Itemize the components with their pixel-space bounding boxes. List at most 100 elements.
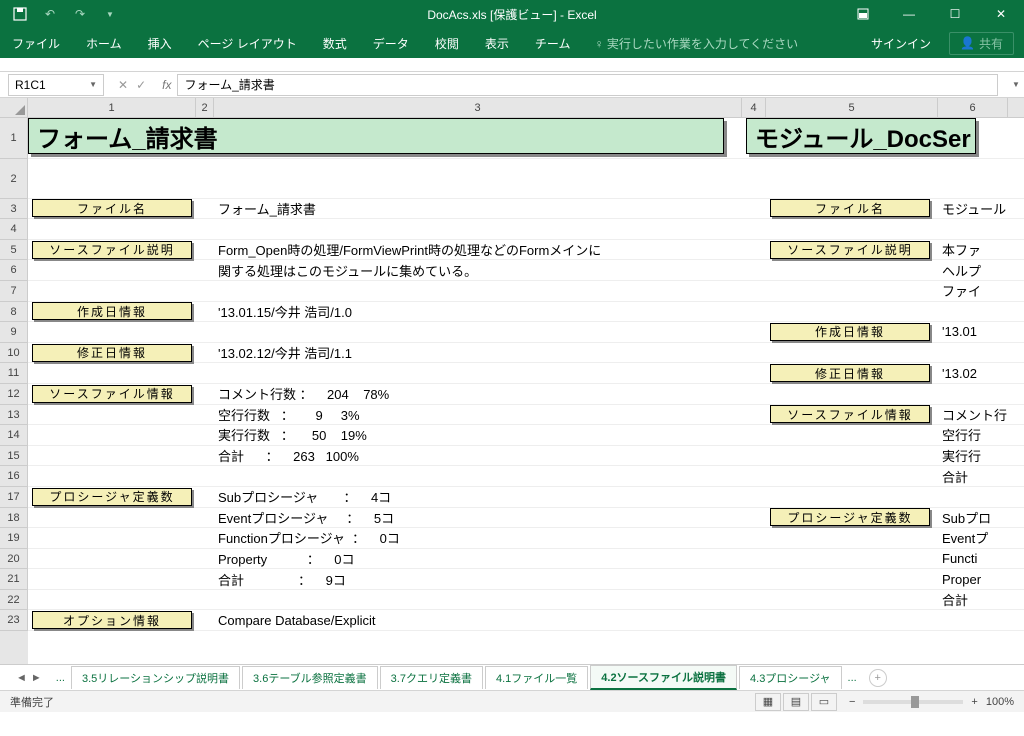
tab-layout[interactable]: ページ レイアウト [196, 31, 299, 56]
sheet-tab[interactable]: 3.7クエリ定義書 [380, 666, 483, 689]
row-header[interactable]: 16 [0, 466, 28, 487]
ribbon-options-icon[interactable] [840, 0, 886, 28]
row-header[interactable]: 18 [0, 508, 28, 529]
tell-me[interactable]: ♀ 実行したい作業を入力してください [594, 35, 798, 52]
cancel-icon[interactable]: ✕ [118, 78, 128, 92]
label-info-r: ソースファイル情報 [770, 405, 930, 423]
label-create: 作成日情報 [32, 302, 192, 320]
col-header[interactable]: 5 [766, 98, 938, 117]
row-header[interactable]: 5 [0, 240, 28, 261]
row-header[interactable]: 10 [0, 343, 28, 364]
row-header[interactable]: 20 [0, 549, 28, 570]
col-header[interactable]: 2 [196, 98, 214, 117]
chevron-down-icon[interactable]: ▼ [89, 80, 97, 89]
label-proc-r: プロシージャ定義数 [770, 508, 930, 526]
close-icon[interactable]: ✕ [978, 0, 1024, 28]
share-button[interactable]: 👤 共有 [949, 32, 1014, 55]
sheet-tab[interactable]: 3.6テーブル参照定義書 [242, 666, 378, 689]
row-header[interactable]: 21 [0, 569, 28, 590]
row-header[interactable]: 14 [0, 425, 28, 446]
cell: Property ： 0コ [214, 549, 742, 569]
maximize-icon[interactable]: ☐ [932, 0, 978, 28]
row-header[interactable]: 23 [0, 610, 28, 631]
fx-icon[interactable]: fx [156, 78, 177, 92]
save-icon[interactable] [6, 2, 34, 26]
qat-dropdown-icon[interactable]: ▼ [96, 2, 124, 26]
signin-link[interactable]: サインイン [871, 35, 931, 52]
cell: '13.02.12/今井 浩司/1.1 [214, 343, 742, 363]
zoom-slider[interactable] [863, 700, 963, 704]
tab-home[interactable]: ホーム [84, 31, 124, 56]
row-header[interactable]: 9 [0, 322, 28, 343]
tab-overflow[interactable]: ... [844, 669, 861, 687]
cell: 合計 ： 9コ [214, 569, 742, 589]
cells[interactable]: フォーム_請求書モジュール_DocSer ファイル名フォーム_請求書ファイル名モ… [28, 118, 1024, 664]
cell: Eventプ [938, 528, 1008, 548]
label-src: ソースファイル説明 [32, 241, 192, 259]
view-normal-icon[interactable]: ▦ [755, 693, 781, 711]
col-header[interactable]: 4 [742, 98, 766, 117]
titlebar: ↶ ↷ ▼ DocAcs.xls [保護ビュー] - Excel — ☐ ✕ [0, 0, 1024, 28]
cell: フォーム_請求書 [214, 199, 742, 219]
tab-formulas[interactable]: 数式 [321, 31, 349, 56]
zoom-value[interactable]: 100% [986, 696, 1014, 708]
cell: '13.02 [938, 363, 1008, 383]
tab-file[interactable]: ファイル [10, 31, 62, 56]
row-header[interactable]: 17 [0, 487, 28, 508]
row-header[interactable]: 19 [0, 528, 28, 549]
row-header[interactable]: 12 [0, 384, 28, 405]
formula-input[interactable]: フォーム_請求書 [177, 74, 998, 96]
window-controls: — ☐ ✕ [840, 0, 1024, 28]
tab-next-icon[interactable]: ► [31, 672, 42, 684]
sheet-tab[interactable]: 3.5リレーションシップ説明書 [71, 666, 240, 689]
ribbon-tabs: ファイル ホーム 挿入 ページ レイアウト 数式 データ 校閲 表示 チーム ♀… [0, 28, 1024, 58]
share-label: 共有 [979, 35, 1003, 52]
row-header[interactable]: 1 [0, 118, 28, 159]
label-proc: プロシージャ定義数 [32, 488, 192, 506]
col-header[interactable]: 1 [28, 98, 196, 117]
label-src-r: ソースファイル説明 [770, 241, 930, 259]
view-break-icon[interactable]: ▭ [811, 693, 837, 711]
row-header[interactable]: 4 [0, 219, 28, 240]
row-header[interactable]: 6 [0, 260, 28, 281]
redo-icon[interactable]: ↷ [66, 2, 94, 26]
tab-data[interactable]: データ [371, 31, 411, 56]
share-icon: 👤 [960, 36, 975, 50]
row-header[interactable]: 22 [0, 590, 28, 611]
row-header[interactable]: 2 [0, 159, 28, 199]
name-box[interactable]: R1C1▼ [8, 74, 104, 96]
tell-me-text: 実行したい作業を入力してください [607, 37, 798, 51]
formula-expand-icon[interactable]: ▼ [1008, 80, 1024, 89]
tab-view[interactable]: 表示 [483, 31, 511, 56]
enter-icon[interactable]: ✓ [136, 78, 146, 92]
row-header[interactable]: 7 [0, 281, 28, 302]
col-header[interactable]: 3 [214, 98, 742, 117]
tab-review[interactable]: 校閲 [433, 31, 461, 56]
add-sheet-button[interactable]: + [869, 669, 887, 687]
undo-icon[interactable]: ↶ [36, 2, 64, 26]
cell: Compare Database/Explicit [214, 610, 742, 630]
row-header[interactable]: 11 [0, 363, 28, 384]
zoom-out-icon[interactable]: − [849, 696, 855, 708]
grid[interactable]: 1 2 3 4 5 6 7 8 9 10 11 12 13 14 15 16 1… [0, 118, 1024, 664]
sheet-tab[interactable]: 4.1ファイル一覧 [485, 666, 588, 689]
cell: 実行行 [938, 446, 1008, 466]
zoom-in-icon[interactable]: + [971, 696, 977, 708]
row-header[interactable]: 8 [0, 302, 28, 323]
tab-prev-icon[interactable]: ◄ [16, 672, 27, 684]
row-header[interactable]: 13 [0, 405, 28, 426]
row-header[interactable]: 15 [0, 446, 28, 467]
tab-overflow[interactable]: ... [52, 669, 69, 687]
tab-team[interactable]: チーム [533, 31, 573, 56]
select-all-corner[interactable] [0, 98, 28, 117]
cell: Form_Open時の処理/FormViewPrint時の処理などのFormメイ… [214, 240, 742, 260]
sheet-tab-active[interactable]: 4.2ソースファイル説明書 [590, 665, 737, 690]
view-layout-icon[interactable]: ▤ [783, 693, 809, 711]
minimize-icon[interactable]: — [886, 0, 932, 28]
cell: ヘルプ [938, 260, 1008, 280]
row-header[interactable]: 3 [0, 199, 28, 220]
cell: モジュール [938, 199, 1008, 219]
col-header[interactable]: 6 [938, 98, 1008, 117]
sheet-tab[interactable]: 4.3プロシージャ [739, 666, 842, 689]
tab-insert[interactable]: 挿入 [146, 31, 174, 56]
